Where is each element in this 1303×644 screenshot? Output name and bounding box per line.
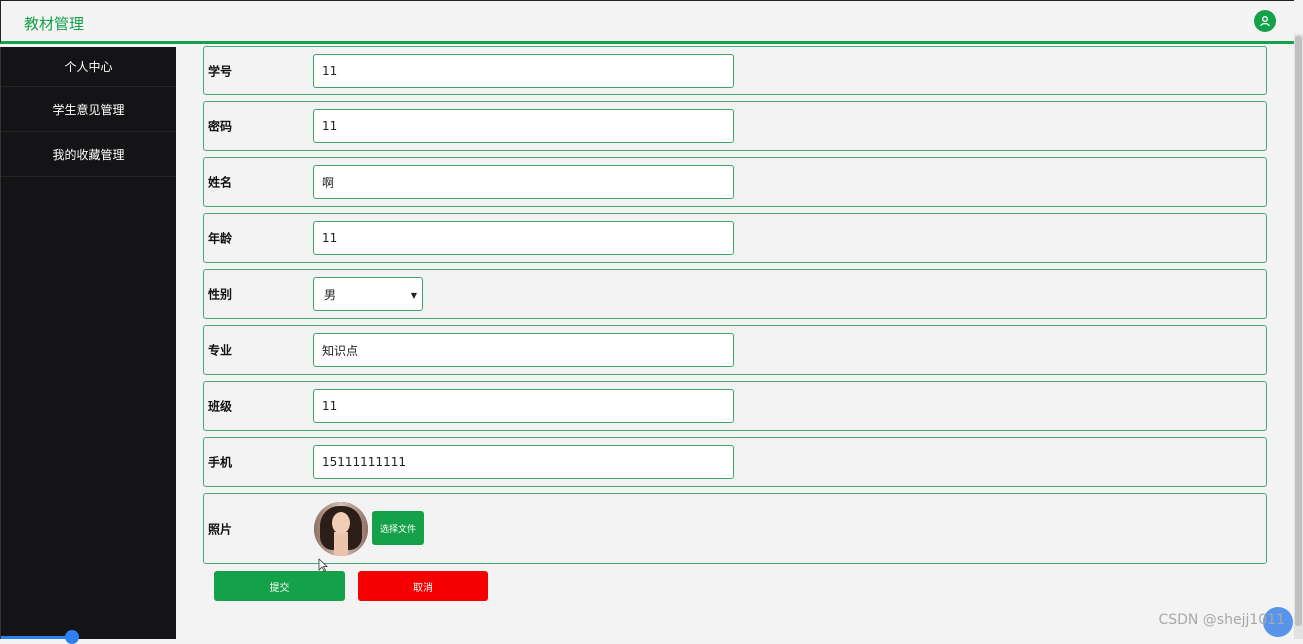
student-id-input[interactable]: 11 [313,54,734,88]
sidebar-item-my-favorites[interactable]: 我的收藏管理 [1,132,176,177]
password-input[interactable]: 11 [313,109,734,143]
user-glyph [1260,16,1270,27]
mouse-cursor-icon [318,558,328,572]
field-row-age: 年龄 11 [203,213,1267,263]
submit-button[interactable]: 提交 [214,571,345,601]
photo-face [332,512,350,534]
photo-preview [314,502,368,556]
field-label: 密码 [208,119,233,134]
field-row-name: 姓名 啊 [203,157,1267,207]
field-row-gender: 性别 男 ▼ [203,269,1267,319]
field-row-password: 密码 11 [203,101,1267,151]
age-input[interactable]: 11 [313,221,734,255]
chevron-down-icon: ▼ [410,291,417,300]
scrollbar-thumb[interactable] [1295,36,1302,626]
watermark: CSDN @shejj1011 [1158,612,1285,628]
sidebar: 个人中心 学生意见管理 我的收藏管理 [0,47,176,644]
sidebar-handle[interactable] [65,630,79,644]
field-row-major: 专业 知识点 [203,325,1267,375]
app-title: 教材管理 [24,15,85,33]
top-bar: 教材管理 [0,0,1294,44]
field-row-student-id: 学号 11 [203,46,1267,95]
field-label: 性别 [208,287,233,302]
phone-input[interactable]: 15111111111 [313,445,734,479]
field-row-phone: 手机 15111111111 [203,437,1267,487]
sidebar-item-student-feedback[interactable]: 学生意见管理 [1,87,176,132]
field-label: 学号 [208,64,233,78]
field-label: 姓名 [208,175,233,190]
gender-select[interactable]: 男 ▼ [313,277,423,311]
photo-neck [334,532,348,556]
field-label: 照片 [208,522,233,536]
field-label: 班级 [208,399,233,414]
user-icon[interactable] [1254,10,1276,32]
gender-select-value: 男 [324,287,337,302]
choose-file-button[interactable]: 选择文件 [372,511,424,545]
field-row-class: 班级 11 [203,381,1267,431]
field-label: 年龄 [208,231,233,246]
major-input[interactable]: 知识点 [313,333,734,367]
sidebar-item-personal-center[interactable]: 个人中心 [1,47,176,87]
field-label: 专业 [208,343,233,358]
name-input[interactable]: 啊 [313,165,734,199]
field-row-photo: 照片 选择文件 [203,493,1267,564]
field-label: 手机 [208,455,233,470]
class-input[interactable]: 11 [313,389,734,423]
profile-form: 学号 11 密码 11 姓名 啊 年龄 11 性别 男 ▼ 专业 知识点 班级 … [203,46,1267,570]
cancel-button[interactable]: 取消 [358,571,488,601]
